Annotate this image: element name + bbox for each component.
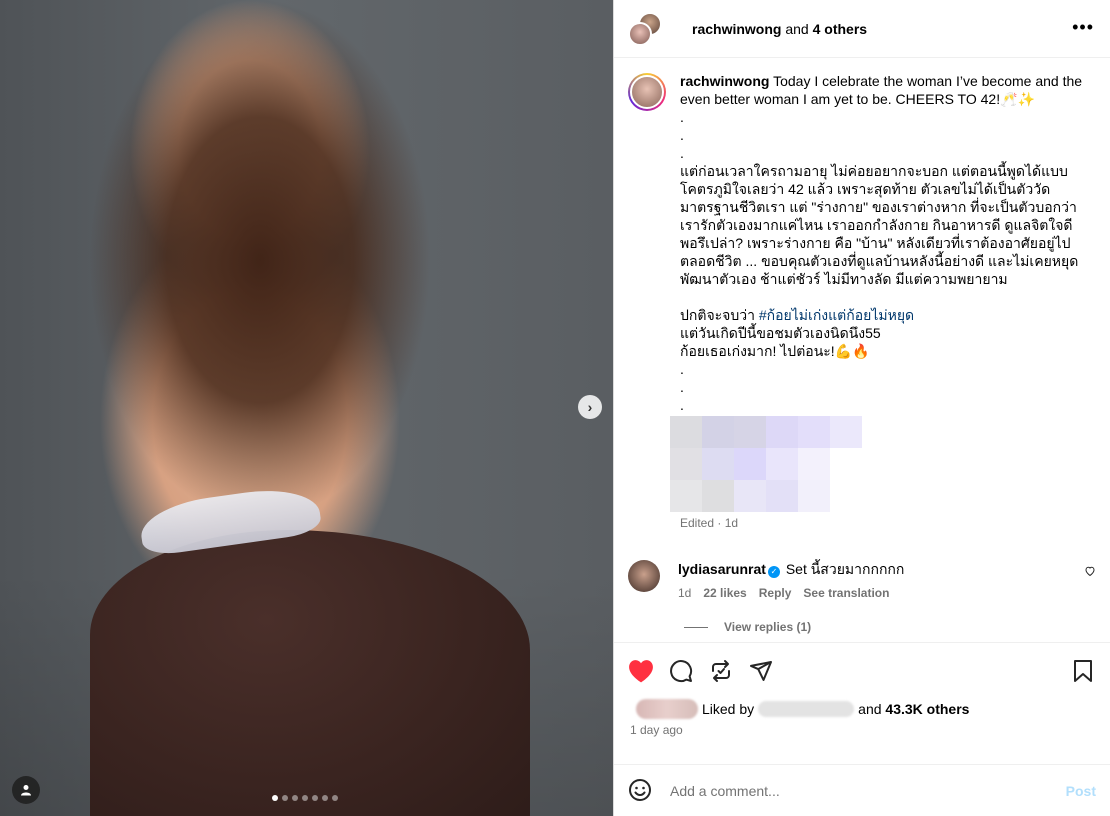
caption-line: ก้อยเธอเก่งมาก! ไปต่อนะ!💪🔥 [680,343,870,359]
comments-scroll-area[interactable]: rachwinwong Today I celebrate the woman … [614,58,1110,642]
caption-text: rachwinwong Today I celebrate the woman … [680,73,1083,107]
collab-avatars[interactable] [628,11,664,46]
carousel-dot [302,795,308,801]
caption-line: . [680,361,684,377]
repost-button[interactable] [708,658,734,684]
caption-line: . [680,127,684,143]
likes-count-link[interactable]: 43.3K others [885,701,969,717]
carousel-dot [282,795,288,801]
commenter-avatar[interactable] [628,560,660,592]
carousel-dot [272,795,278,801]
author-avatar[interactable] [628,73,666,111]
paper-plane-icon [750,661,772,681]
author-username-link[interactable]: rachwinwong [692,21,781,37]
comment-bubble-icon [670,660,693,683]
see-translation-button[interactable]: See translation [803,586,889,600]
user-icon [21,785,31,796]
hashtag-link[interactable]: #ก้อยไม่เก่งแต่ก้อยไม่หยุด [759,307,914,323]
divider [684,626,708,628]
chevron-right-icon: › [587,399,593,415]
collaborators-link[interactable]: 4 others [813,21,867,37]
comment-text: lydiasarunrat ✓ Set นี้สวยมากกกกก [678,561,905,578]
post-modal: › rachwinwong and 4 others ••• rachwinwo… [0,0,1110,816]
comment-time: 1d [678,586,692,600]
post-header: rachwinwong and 4 others ••• [614,0,1110,58]
caption-line: แต่ก่อนเวลาใครถามอายุ ไม่ค่อยอยากจะบอก แ… [680,163,1081,287]
more-options-button[interactable]: ••• [1072,18,1094,36]
comment-item: lydiasarunrat ✓ Set นี้สวยมากกกกก 1d 22 l… [614,560,1110,600]
post-comment-button[interactable]: Post [1066,783,1096,799]
carousel-dot [292,795,298,801]
repost-icon [712,660,730,682]
likes-summary: Liked by and 43.3K others [628,699,1096,719]
blurred-liker-avatar [636,699,698,719]
caption-line: . [680,109,684,125]
caption-body: rachwinwong Today I celebrate the woman … [670,72,1085,532]
more-icon: ••• [1072,17,1094,37]
add-comment-bar: Post [614,764,1110,816]
caption-line: ปกติจะจบว่า #ก้อยไม่เก่งแต่ก้อยไม่หยุด [680,307,915,323]
caption-line: . [680,145,684,161]
post-timestamp[interactable]: 1 day ago [628,723,1096,737]
blurred-liker-name[interactable] [758,701,855,717]
save-button[interactable] [1070,658,1096,684]
edited-timestamp: Edited · 1d [680,516,739,530]
carousel-dot [312,795,318,801]
tagged-users-button[interactable] [12,776,40,804]
smiley-icon [629,778,651,801]
avatar [628,21,652,46]
comment-likes-link[interactable]: 22 likes [703,586,746,600]
carousel-dot [332,795,338,801]
carousel-next-button[interactable]: › [578,395,602,419]
view-replies-button[interactable]: View replies (1) [684,620,1110,634]
share-button[interactable] [748,658,774,684]
pixelated-redaction [670,416,862,512]
carousel-indicator [272,795,338,801]
like-button[interactable] [628,658,654,684]
comment-input[interactable] [670,782,1066,799]
action-icons [628,643,1096,699]
heart-outline-icon [1085,566,1095,577]
commenter-username-link[interactable]: lydiasarunrat [678,561,766,577]
post-actions: Liked by and 43.3K others 1 day ago [614,642,1110,764]
bookmark-icon [1074,660,1092,682]
reply-button[interactable]: Reply [759,586,792,600]
caption-line: . [680,397,684,413]
caption-username-link[interactable]: rachwinwong [680,73,769,89]
post-details-panel: rachwinwong and 4 others ••• rachwinwong… [613,0,1110,816]
caption-line: แต่วันเกิดปีนี้ขอชมตัวเองนิดนึง55 [680,325,881,341]
photo-pants-shape [90,530,530,816]
comment-meta: 1d 22 likes Reply See translation [678,586,904,600]
carousel-dot [322,795,328,801]
post-media: › [0,0,613,816]
post-authors: rachwinwong and 4 others [692,20,868,37]
emoji-button[interactable] [628,778,654,804]
comment-like-button[interactable] [1084,564,1096,580]
heart-filled-icon [629,660,653,683]
comment-button[interactable] [668,658,694,684]
verified-badge-icon: ✓ [767,566,780,578]
caption-line [680,288,1085,306]
caption-line: . [680,379,684,395]
caption: rachwinwong Today I celebrate the woman … [614,58,1110,532]
